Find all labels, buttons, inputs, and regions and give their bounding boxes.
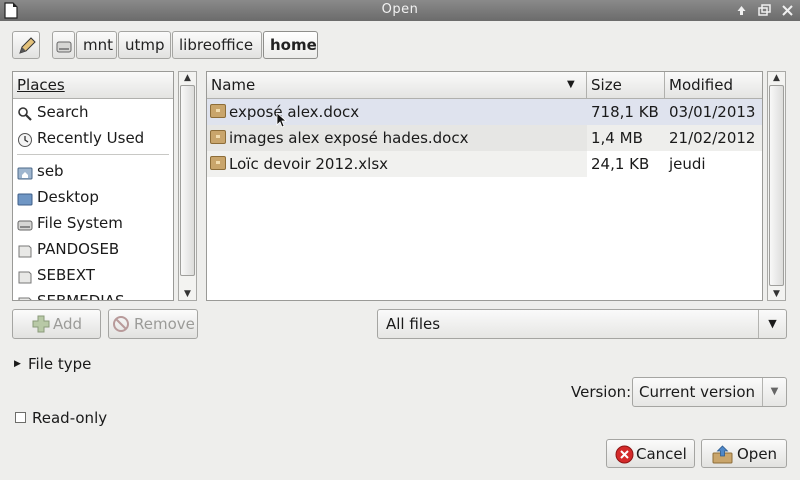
file-size: 718,1 KB bbox=[591, 103, 659, 121]
file-type-label: File type bbox=[28, 355, 92, 373]
place-sebmedias[interactable]: SEBMEDIAS bbox=[15, 288, 171, 301]
breadcrumb-home[interactable]: home bbox=[263, 31, 318, 59]
file-list-scrollbar[interactable]: ▲ ▼ bbox=[767, 71, 786, 301]
file-modified: 03/01/2013 bbox=[669, 103, 756, 121]
cancel-button[interactable]: Cancel bbox=[606, 439, 695, 468]
breadcrumb-mnt[interactable]: mnt bbox=[76, 31, 117, 59]
checkbox-box[interactable] bbox=[15, 412, 26, 423]
title-bar: Open bbox=[0, 0, 800, 21]
column-header-label: Name bbox=[211, 76, 256, 94]
file-filter-select[interactable]: All files ▼ bbox=[377, 309, 787, 339]
add-button[interactable]: Add bbox=[12, 309, 101, 339]
open-folder-icon bbox=[712, 445, 733, 468]
add-label: Add bbox=[53, 315, 83, 333]
places-pane: Places Search Recently Used seb Desktop … bbox=[12, 71, 174, 301]
file-filter-value: All files bbox=[386, 315, 441, 333]
remove-label: Remove bbox=[134, 315, 195, 333]
home-folder-icon bbox=[17, 163, 33, 180]
file-name: images alex exposé hades.docx bbox=[229, 129, 469, 147]
place-sebext[interactable]: SEBEXT bbox=[15, 262, 171, 288]
file-size: 24,1 KB bbox=[591, 155, 650, 173]
table-row[interactable]: exposé alex.docx 718,1 KB 03/01/2013 bbox=[207, 99, 762, 125]
file-size: 1,4 MB bbox=[591, 129, 643, 147]
plus-icon bbox=[32, 315, 50, 337]
search-icon bbox=[17, 104, 33, 121]
maximize-up-icon[interactable] bbox=[732, 2, 751, 19]
scroll-down-icon[interactable]: ▼ bbox=[768, 288, 785, 300]
place-label: SEBEXT bbox=[37, 266, 95, 284]
folder-icon bbox=[210, 156, 226, 170]
places-header[interactable]: Places bbox=[13, 72, 173, 99]
file-name: Loïc devoir 2012.xlsx bbox=[229, 155, 389, 173]
version-label: Version: bbox=[571, 383, 632, 401]
remove-button[interactable]: Remove bbox=[108, 309, 198, 339]
place-desktop[interactable]: Desktop bbox=[15, 184, 171, 210]
place-label: Search bbox=[37, 103, 89, 121]
drive-icon bbox=[17, 241, 33, 258]
place-label: SEBMEDIAS bbox=[37, 292, 125, 301]
place-seb[interactable]: seb bbox=[15, 158, 171, 184]
place-search[interactable]: Search bbox=[15, 99, 171, 125]
place-label: PANDOSEB bbox=[37, 240, 120, 258]
window-title: Open bbox=[381, 2, 419, 17]
place-recently-used[interactable]: Recently Used bbox=[15, 125, 171, 151]
drive-icon bbox=[17, 293, 33, 300]
file-modified: jeudi bbox=[669, 155, 706, 173]
folder-icon bbox=[210, 104, 226, 118]
edit-location-button[interactable] bbox=[12, 31, 40, 59]
places-header-label: Places bbox=[17, 76, 65, 94]
no-entry-icon bbox=[112, 315, 130, 337]
pencil-icon bbox=[17, 36, 37, 60]
breadcrumb-utmp[interactable]: utmp bbox=[118, 31, 171, 59]
mouse-pointer-icon bbox=[276, 112, 288, 132]
clock-icon bbox=[17, 130, 33, 147]
harddisk-icon bbox=[17, 215, 33, 231]
version-value: Current version bbox=[639, 383, 756, 401]
file-list: Name ▼ Size Modified exposé alex.docx 71… bbox=[206, 71, 763, 301]
open-button[interactable]: Open bbox=[701, 439, 787, 468]
read-only-label: Read-only bbox=[32, 409, 108, 427]
places-scrollbar[interactable]: ▲ ▼ bbox=[178, 71, 197, 301]
chevron-down-icon: ▼ bbox=[758, 310, 786, 338]
version-select[interactable]: Current version ▼ bbox=[632, 377, 787, 407]
breadcrumb-root-button[interactable] bbox=[52, 31, 75, 59]
column-header-size[interactable]: Size bbox=[587, 72, 665, 99]
file-modified: 21/02/2012 bbox=[669, 129, 756, 147]
file-name: exposé alex.docx bbox=[229, 103, 360, 121]
place-pandoseb[interactable]: PANDOSEB bbox=[15, 236, 171, 262]
drive-icon bbox=[17, 267, 33, 284]
place-label: Desktop bbox=[37, 188, 99, 206]
table-row[interactable]: Loïc devoir 2012.xlsx 24,1 KB jeudi bbox=[207, 151, 762, 177]
open-label: Open bbox=[737, 445, 778, 463]
place-label: seb bbox=[37, 162, 64, 180]
sort-descending-icon: ▼ bbox=[567, 79, 575, 90]
folder-icon bbox=[210, 130, 226, 144]
table-row[interactable]: images alex exposé hades.docx 1,4 MB 21/… bbox=[207, 125, 762, 151]
file-list-scroll-thumb[interactable] bbox=[769, 85, 784, 286]
close-icon[interactable] bbox=[778, 2, 797, 19]
chevron-down-icon: ▼ bbox=[762, 378, 786, 406]
places-scroll-thumb[interactable] bbox=[180, 85, 195, 276]
harddisk-icon bbox=[56, 37, 72, 63]
column-header-modified[interactable]: Modified bbox=[665, 72, 762, 99]
breadcrumb-libreoffice[interactable]: libreoffice bbox=[172, 31, 262, 59]
place-file-system[interactable]: File System bbox=[15, 210, 171, 236]
cancel-icon bbox=[615, 445, 634, 468]
place-label: File System bbox=[37, 214, 123, 232]
desktop-folder-icon bbox=[17, 189, 33, 206]
scroll-up-icon[interactable]: ▲ bbox=[179, 72, 196, 84]
place-label: Recently Used bbox=[37, 129, 145, 147]
restore-icon[interactable] bbox=[755, 2, 774, 19]
cancel-label: Cancel bbox=[636, 445, 687, 463]
expander-arrow-icon: ▶ bbox=[14, 359, 21, 369]
scroll-down-icon[interactable]: ▼ bbox=[179, 288, 196, 300]
scroll-up-icon[interactable]: ▲ bbox=[768, 72, 785, 84]
places-separator bbox=[17, 154, 169, 155]
column-header-name[interactable]: Name ▼ bbox=[207, 72, 587, 99]
